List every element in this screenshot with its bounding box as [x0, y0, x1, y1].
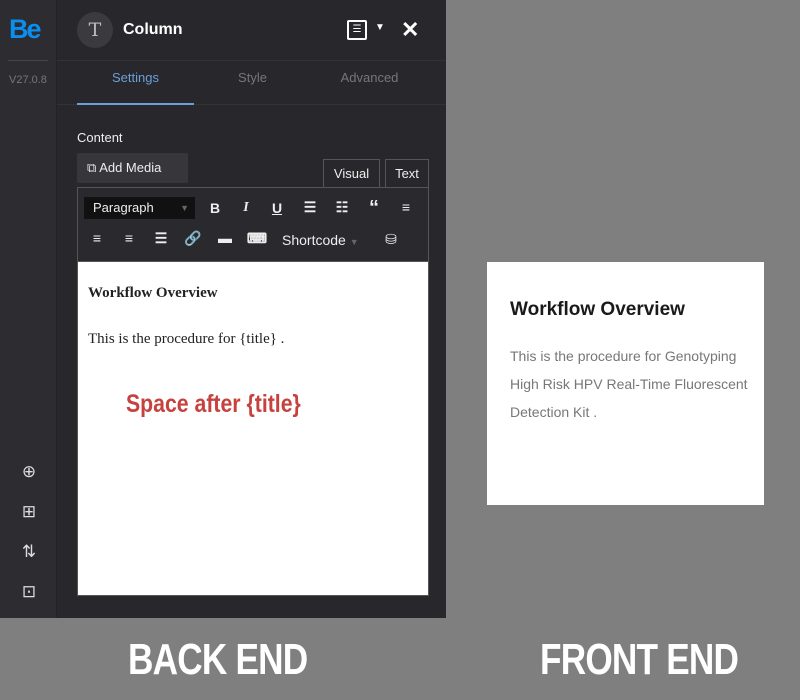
tab-text[interactable]: Text — [385, 159, 429, 187]
shortcode-select[interactable]: Shortcode ▼ — [282, 232, 359, 248]
left-rail: Be V27.0.8 ⊕ ⊞ ⇅ ⊡ — [0, 0, 57, 618]
active-tab-indicator — [77, 103, 194, 105]
editor-toolbar: ▼ Paragraph B I U ☰ ☷ “ ≡ ≡ ≡ ☰ 🔗 ▬ ⌨ Sho… — [77, 187, 429, 262]
back-end-label: BACK END — [128, 635, 308, 684]
quote-icon[interactable]: “ — [363, 197, 385, 220]
add-media-label: Add Media — [99, 160, 162, 175]
close-icon[interactable]: ✕ — [401, 17, 419, 43]
add-circle-icon[interactable]: ⊕ — [18, 461, 40, 483]
panel-title: Column — [123, 21, 183, 38]
italic-icon[interactable]: I — [235, 200, 257, 216]
front-end-preview: Workflow Overview This is the procedure … — [487, 262, 764, 505]
tab-visual[interactable]: Visual — [323, 159, 380, 187]
justify-icon[interactable]: ☰ — [150, 230, 172, 247]
preview-heading: Workflow Overview — [510, 299, 685, 320]
chevron-down-icon: ▼ — [180, 203, 189, 213]
chevron-down-icon[interactable]: ▼ — [375, 22, 385, 33]
sort-icon[interactable]: ⇅ — [18, 541, 40, 563]
bullet-list-icon[interactable]: ☰ — [299, 199, 321, 216]
underline-icon[interactable]: U — [266, 200, 288, 216]
version: V27.0.8 — [9, 74, 47, 86]
keyboard-icon[interactable]: ⌨ — [246, 230, 268, 247]
divider — [8, 60, 48, 61]
align-left-icon[interactable]: ≡ — [395, 199, 417, 215]
add-media-button[interactable]: ⧉ Add Media — [77, 153, 188, 183]
logo: Be — [9, 14, 41, 44]
align-center-icon[interactable]: ≡ — [86, 230, 108, 246]
front-end-label: FRONT END — [540, 635, 739, 684]
import-icon[interactable]: ⊡ — [18, 581, 40, 603]
media-icon: ⧉ — [87, 160, 100, 175]
annotation: Space after {title} — [126, 390, 301, 418]
numbered-list-icon[interactable]: ☷ — [331, 199, 353, 216]
chevron-down-icon: ▼ — [349, 237, 359, 247]
column-panel: T Column ☰ ▼ ✕ Settings Style Advanced C… — [57, 0, 446, 618]
presets-icon[interactable]: ☰ — [347, 20, 367, 40]
tab-advanced[interactable]: Advanced — [311, 70, 428, 85]
shortcode-label: Shortcode — [282, 232, 346, 248]
avatar: T — [77, 12, 113, 48]
tab-settings[interactable]: Settings — [77, 70, 194, 85]
align-right-icon[interactable]: ≡ — [118, 230, 140, 246]
editor-heading: Workflow Overview — [88, 285, 218, 301]
add-layout-icon[interactable]: ⊞ — [18, 501, 40, 523]
preview-body: This is the procedure for Genotyping Hig… — [510, 348, 748, 420]
editor-content[interactable]: Workflow Overview This is the procedure … — [77, 261, 429, 596]
content-label: Content — [77, 130, 123, 145]
database-icon[interactable]: ⛁ — [380, 231, 402, 248]
link-icon[interactable]: 🔗 — [182, 230, 204, 247]
editor-body: This is the procedure for {title} . — [88, 331, 285, 347]
format-select[interactable]: ▼ Paragraph — [84, 197, 195, 219]
tab-style[interactable]: Style — [194, 70, 311, 85]
tabs: Settings Style Advanced — [57, 60, 446, 105]
bold-icon[interactable]: B — [204, 200, 226, 216]
read-more-icon[interactable]: ▬ — [214, 230, 236, 246]
